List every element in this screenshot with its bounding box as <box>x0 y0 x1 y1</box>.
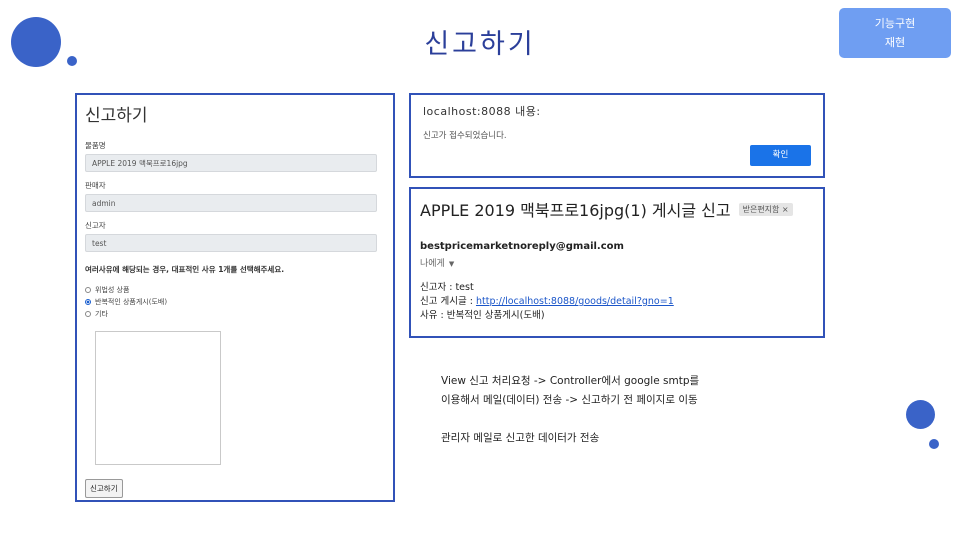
radio-icon[interactable] <box>85 287 91 293</box>
reason-option-label: 기타 <box>95 310 108 318</box>
reason-textarea[interactable] <box>95 331 221 465</box>
email-view: APPLE 2019 맥북프로16jpg(1) 게시글 신고 받은편지함 × b… <box>409 187 825 338</box>
note-line-1: View 신고 처리요청 -> Controller에서 google smtp… <box>441 375 700 387</box>
email-body: 신고자 : test 신고 게시글 : http://localhost:808… <box>420 281 814 323</box>
reporter-field[interactable]: test <box>85 234 377 252</box>
email-reason-line: 사유 : 반복적인 상품게시(도배) <box>420 310 545 321</box>
product-label: 물품명 <box>85 141 106 150</box>
email-post-link[interactable]: http://localhost:8088/goods/detail?gno=1 <box>476 296 674 307</box>
slide-title: 신고하기 <box>424 29 536 60</box>
seller-field[interactable]: admin <box>85 194 377 212</box>
reason-option-illegal[interactable]: 위법성 상품 <box>85 284 385 296</box>
reason-option-other[interactable]: 기타 <box>85 308 385 320</box>
reason-option-label: 위법성 상품 <box>95 286 130 294</box>
email-subject-row: APPLE 2019 맥북프로16jpg(1) 게시글 신고 받은편지함 × <box>420 197 814 221</box>
alert-dialog: localhost:8088 내용: 신고가 접수되었습니다. 확인 <box>409 93 825 178</box>
decor-dot-small-right <box>929 439 939 449</box>
alert-host: localhost:8088 내용: <box>423 105 541 118</box>
confirm-button[interactable]: 확인 <box>750 145 811 166</box>
email-recipient: 나에게 <box>420 259 445 269</box>
feature-tag-line2: 재현 <box>884 36 906 49</box>
note-line-3: 관리자 메일로 신고한 데이터가 전송 <box>441 432 600 444</box>
radio-checked-icon[interactable] <box>85 299 91 305</box>
feature-tag: 기능구현 재현 <box>839 8 951 58</box>
alert-message: 신고가 접수되었습니다. <box>423 131 507 141</box>
reason-option-label: 반복적인 상품게시(도배) <box>95 298 168 306</box>
reason-option-spam[interactable]: 반복적인 상품게시(도배) <box>85 296 385 308</box>
radio-icon[interactable] <box>85 311 91 317</box>
email-recipient-row[interactable]: 나에게 ▼ <box>420 256 814 269</box>
submit-report-button[interactable]: 신고하기 <box>85 479 123 498</box>
seller-label: 판매자 <box>85 181 106 190</box>
reason-note: 여러사유에 해당되는 경우, 대표적인 사유 1개를 선택해주세요. <box>85 265 285 274</box>
inbox-badge[interactable]: 받은편지함 × <box>738 202 793 216</box>
product-field[interactable]: APPLE 2019 맥북프로16jpg <box>85 154 377 172</box>
email-reporter-line: 신고자 : test <box>420 282 474 293</box>
email-post-prefix: 신고 게시글 : <box>420 296 476 307</box>
decor-dot-large-right <box>906 400 935 429</box>
caret-down-icon[interactable]: ▼ <box>449 260 454 268</box>
form-title: 신고하기 <box>85 106 148 126</box>
email-sender: bestpricemarketnoreply@gmail.com <box>420 241 624 252</box>
email-post-line: 신고 게시글 : http://localhost:8088/goods/det… <box>420 295 814 309</box>
email-subject: APPLE 2019 맥북프로16jpg(1) 게시글 신고 <box>420 201 731 220</box>
report-form-panel: 신고하기 물품명 APPLE 2019 맥북프로16jpg 판매자 admin … <box>75 93 395 502</box>
reporter-label: 신고자 <box>85 221 106 230</box>
feature-tag-line1: 기능구현 <box>874 17 916 30</box>
note-line-2: 이용해서 메일(데이터) 전송 -> 신고하기 전 페이지로 이동 <box>441 394 698 406</box>
notes: View 신고 처리요청 -> Controller에서 google smtp… <box>441 372 699 448</box>
